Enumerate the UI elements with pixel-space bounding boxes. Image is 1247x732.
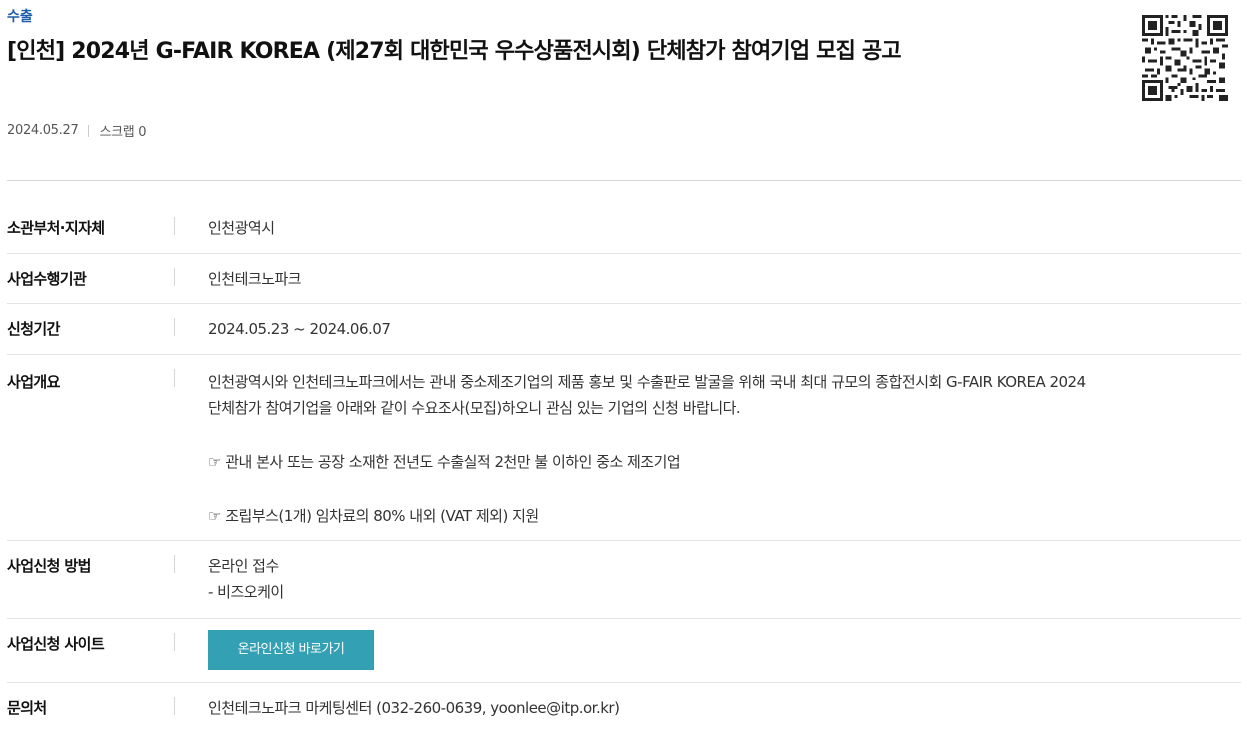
row-value: 온라인신청 바로가기: [175, 619, 374, 682]
eligibility-bullet: ☞ 관내 본사 또는 공장 소재한 전년도 수출실적 2천만 불 이하인 중소 …: [208, 453, 681, 471]
row-label: 사업개요: [7, 355, 175, 540]
row-value: 인천테크노파크 마케팅센터 (032-260-0639, yoonlee@itp…: [208, 699, 620, 717]
row-label: 문의처: [7, 683, 175, 732]
info-row-contact: 문의처 인천테크노파크 마케팅센터 (032-260-0639, yoonlee…: [7, 683, 1241, 732]
row-value: 인천테크노파크: [208, 270, 302, 288]
method-text: 온라인 접수 - 비즈오케이: [175, 541, 284, 618]
post-meta: 2024.05.27 스크랩 0: [7, 121, 147, 140]
category-label[interactable]: 수출: [7, 6, 33, 26]
row-label: 소관부처·지자체: [7, 203, 175, 253]
qr-code-icon: [1142, 15, 1228, 101]
info-row-agency: 사업수행기관 인천테크노파크: [7, 254, 1241, 304]
overview-line: 단체참가 참여기업을 아래와 같이 수요조사(모집)하오니 관심 있는 기업의 …: [208, 399, 741, 417]
info-table: 소관부처·지자체 인천광역시 사업수행기관 인천테크노파크 신청기간 2024.…: [7, 203, 1241, 732]
row-label: 사업신청 방법: [7, 541, 175, 618]
method-line: - 비즈오케이: [208, 583, 284, 601]
post-date: 2024.05.27: [7, 123, 79, 138]
row-label: 사업신청 사이트: [7, 619, 175, 682]
page-title: [인천] 2024년 G-FAIR KOREA (제27회 대한민국 우수상품전…: [7, 39, 902, 64]
info-row-ministry: 소관부처·지자체 인천광역시: [7, 203, 1241, 254]
info-row-period: 신청기간 2024.05.23 ~ 2024.06.07: [7, 304, 1241, 355]
announcement-page: 수출 [인천] 2024년 G-FAIR KOREA (제27회 대한민국 우수…: [0, 0, 1247, 732]
overview-text: 인천광역시와 인천테크노파크에서는 관내 중소제조기업의 제품 홍보 및 수출판…: [175, 355, 1086, 540]
row-value: 인천광역시: [208, 219, 275, 237]
row-label: 사업수행기관: [7, 254, 175, 303]
support-bullet: ☞ 조립부스(1개) 임차료의 80% 내외 (VAT 제외) 지원: [208, 507, 539, 525]
meta-divider: [88, 124, 90, 137]
overview-line: 인천광역시와 인천테크노파크에서는 관내 중소제조기업의 제품 홍보 및 수출판…: [208, 373, 1086, 391]
row-label: 신청기간: [7, 304, 175, 354]
info-row-site: 사업신청 사이트 온라인신청 바로가기: [7, 619, 1241, 683]
method-line: 온라인 접수: [208, 557, 279, 575]
header-divider: [7, 180, 1241, 181]
info-row-method: 사업신청 방법 온라인 접수 - 비즈오케이: [7, 541, 1241, 619]
row-value: 2024.05.23 ~ 2024.06.07: [208, 320, 391, 338]
online-apply-button[interactable]: 온라인신청 바로가기: [208, 630, 374, 670]
scrap-count[interactable]: 스크랩 0: [99, 121, 146, 140]
info-row-overview: 사업개요 인천광역시와 인천테크노파크에서는 관내 중소제조기업의 제품 홍보 …: [7, 355, 1241, 541]
